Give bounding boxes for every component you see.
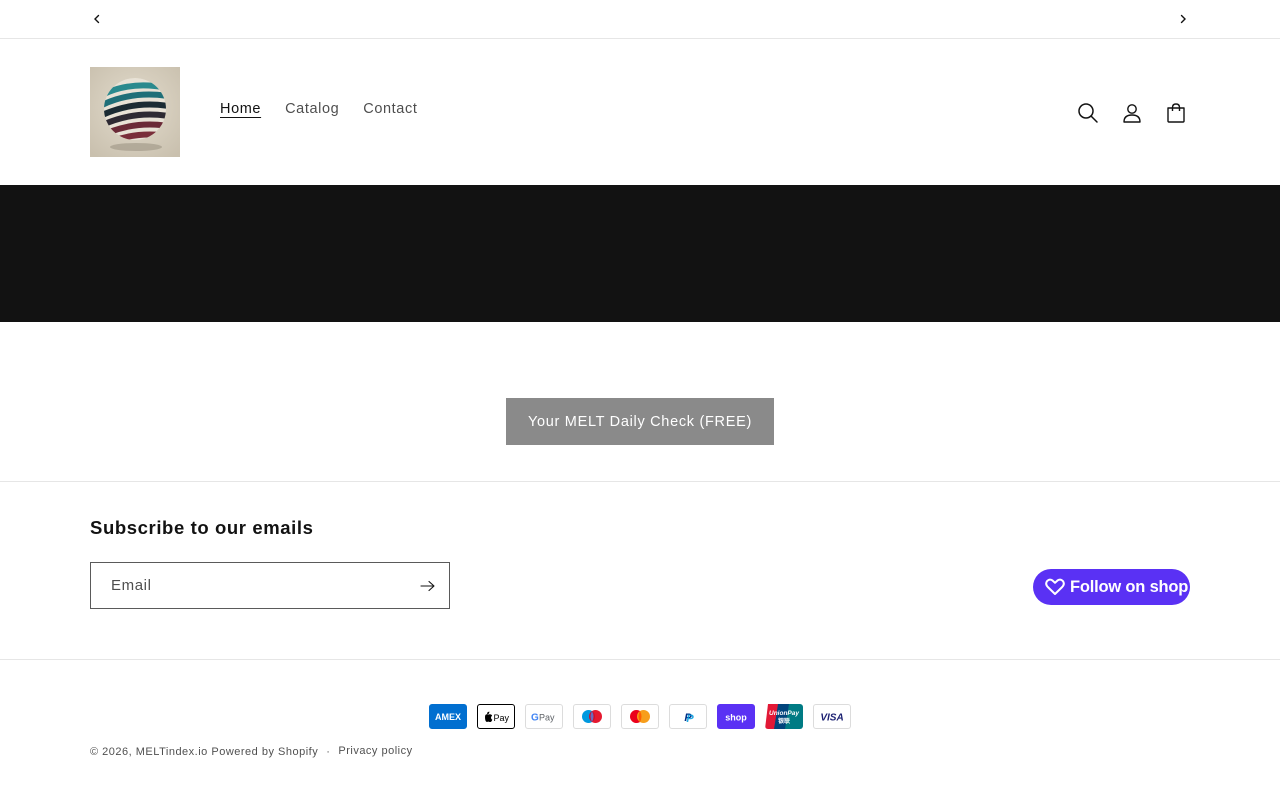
heart-icon (1044, 576, 1066, 598)
follow-on-shop-button[interactable]: Follow on shop (1033, 569, 1190, 605)
account-icon (1123, 104, 1141, 123)
svg-text:UnionPay: UnionPay (769, 710, 799, 717)
main-nav: Home Catalog Contact (208, 99, 429, 119)
mastercard-icon (621, 704, 659, 729)
search-icon (1078, 103, 1098, 123)
announcement-prev-button[interactable] (84, 6, 110, 32)
payment-icons: AMEX Pay G Pay PP shop UnionPay 银联 VISA (429, 704, 851, 729)
footer-separator: · (326, 746, 331, 758)
cart-icon (1167, 103, 1185, 123)
newsletter-form (90, 562, 450, 609)
svg-text:P: P (686, 713, 694, 725)
announcement-bar (0, 0, 1280, 39)
svg-text:Pay: Pay (494, 713, 510, 723)
powered-by-shopify-link[interactable]: Powered by Shopify (211, 746, 318, 758)
search-button[interactable] (1070, 95, 1106, 131)
maestro-icon (573, 704, 611, 729)
chevron-right-icon (1180, 14, 1186, 24)
hero-banner (0, 185, 1280, 322)
google-pay-icon: G Pay (525, 704, 563, 729)
svg-text:shop: shop (725, 713, 747, 723)
account-button[interactable] (1114, 95, 1150, 131)
apple-pay-icon: Pay (477, 704, 515, 729)
announcement-next-button[interactable] (1170, 6, 1196, 32)
store-name-link[interactable]: MELTindex.io (136, 746, 208, 758)
striped-sphere-logo (90, 67, 180, 157)
visa-icon: VISA (813, 704, 851, 729)
svg-text:AMEX: AMEX (435, 712, 461, 722)
paypal-icon: PP (669, 704, 707, 729)
svg-text:Pay: Pay (539, 713, 555, 723)
follow-on-shop-label: Follow on shop (1070, 577, 1189, 596)
daily-check-button[interactable]: Your MELT Daily Check (FREE) (506, 398, 774, 445)
amex-icon: AMEX (429, 704, 467, 729)
svg-text:G: G (531, 713, 539, 724)
arrow-right-icon (420, 580, 435, 592)
svg-text:VISA: VISA (820, 713, 843, 724)
store-logo[interactable] (90, 67, 180, 157)
shop-pay-icon: shop (717, 704, 755, 729)
nav-contact-link[interactable]: Contact (351, 99, 429, 119)
nav-home-link[interactable]: Home (208, 99, 273, 119)
union-pay-icon: UnionPay 银联 (765, 704, 803, 729)
footer-divider (0, 659, 1280, 660)
svg-text:银联: 银联 (778, 717, 790, 725)
email-input[interactable] (91, 563, 411, 608)
header-icons (1070, 95, 1194, 131)
footer-copyright: © 2026, MELTindex.io Powered by Shopify … (90, 745, 413, 758)
cta-section: Your MELT Daily Check (FREE) (0, 322, 1280, 482)
newsletter-title: Subscribe to our emails (90, 517, 314, 538)
cart-button[interactable] (1158, 95, 1194, 131)
copyright-prefix: © 2026, (90, 746, 133, 758)
chevron-left-icon (94, 14, 100, 24)
newsletter-submit-button[interactable] (415, 573, 441, 599)
nav-catalog-link[interactable]: Catalog (273, 99, 351, 119)
site-header: Home Catalog Contact (0, 39, 1280, 185)
privacy-policy-link[interactable]: Privacy policy (338, 745, 412, 757)
